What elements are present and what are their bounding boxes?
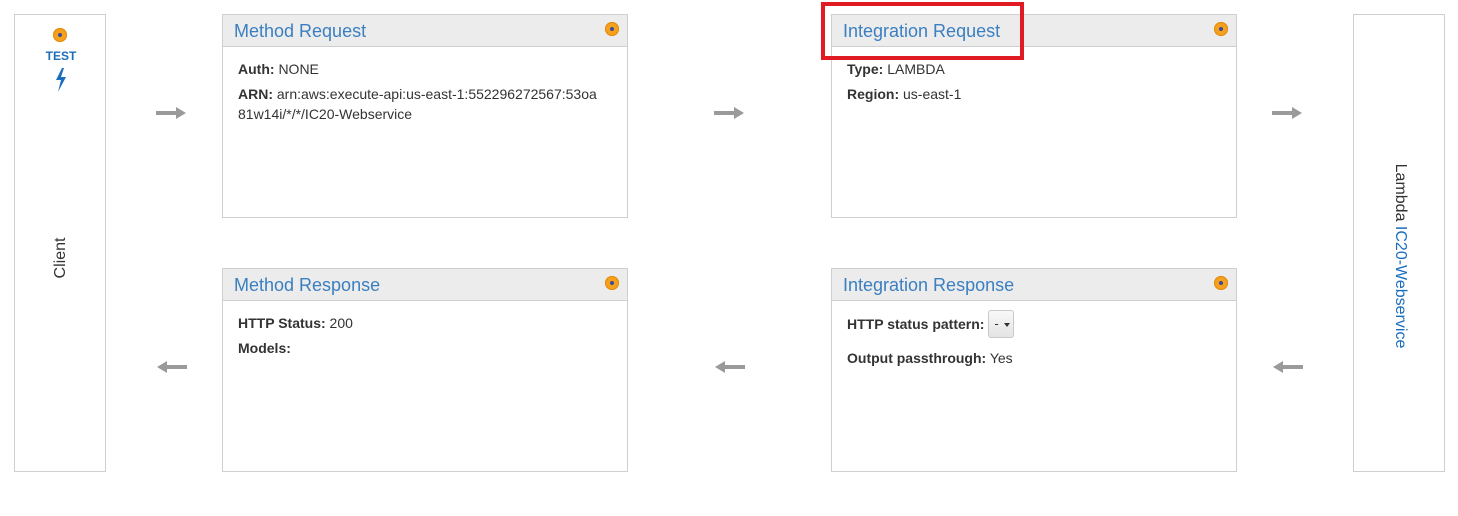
lambda-function-link[interactable]: IC20-Webservice [1392,226,1409,348]
settings-icon[interactable] [53,28,67,42]
lambda-panel: Lambda IC20-Webservice [1353,14,1445,472]
status-pattern-value: - [994,316,999,331]
chevron-down-icon [1004,323,1011,327]
method-request-card: Method Request Auth: NONE ARN: arn:aws:e… [222,14,628,218]
auth-value: NONE [278,61,319,77]
arn-row: ARN: arn:aws:execute-api:us-east-1:55229… [238,84,598,124]
arrow-right-icon [714,107,744,119]
settings-icon[interactable] [605,276,619,290]
settings-icon[interactable] [1214,22,1228,36]
arrow-left-icon [1273,361,1303,373]
type-row: Type: LAMBDA [847,59,1221,79]
arn-value: arn:aws:execute-api:us-east-1:5522962725… [238,86,597,122]
arrow-right-icon [156,107,186,119]
passthrough-row: Output passthrough: Yes [847,348,1221,368]
lambda-prefix: Lambda [1392,163,1409,222]
client-panel: TEST Client [14,14,106,472]
pattern-label: HTTP status pattern: [847,316,985,333]
method-response-link[interactable]: Method Response [234,275,380,296]
pattern-row: HTTP status pattern: - [847,310,1221,338]
arrow-left-icon [715,361,745,373]
settings-icon[interactable] [605,22,619,36]
lightning-icon[interactable] [52,67,70,93]
arn-label: ARN: [238,86,273,102]
models-row: Models: [238,338,612,358]
region-value: us-east-1 [903,86,962,102]
lambda-label: Lambda IC20-Webservice [1391,158,1409,354]
status-pattern-select[interactable]: - [988,310,1015,338]
highlight-box [821,2,1024,60]
models-label: Models: [238,340,291,356]
passthrough-value: Yes [989,350,1013,366]
settings-icon[interactable] [1214,276,1228,290]
arrow-left-icon [157,361,187,373]
auth-row: Auth: NONE [238,59,612,79]
arrow-right-icon [1272,107,1302,119]
card-header: Integration Response [832,269,1236,301]
type-value: LAMBDA [887,61,945,77]
auth-label: Auth: [238,61,275,77]
card-header: Method Request [223,15,627,47]
type-label: Type: [847,61,884,77]
test-link[interactable]: TEST [15,49,107,63]
status-value: 200 [329,315,353,331]
client-label: Client [52,237,69,279]
status-label: HTTP Status: [238,315,326,331]
method-response-card: Method Response HTTP Status: 200 Models: [222,268,628,472]
method-request-link[interactable]: Method Request [234,21,366,42]
region-row: Region: us-east-1 [847,84,1221,104]
passthrough-label: Output passthrough: [847,350,987,366]
integration-response-card: Integration Response HTTP status pattern… [831,268,1237,472]
status-row: HTTP Status: 200 [238,313,612,333]
card-header: Method Response [223,269,627,301]
integration-response-link[interactable]: Integration Response [843,275,1014,296]
region-label: Region: [847,86,900,102]
